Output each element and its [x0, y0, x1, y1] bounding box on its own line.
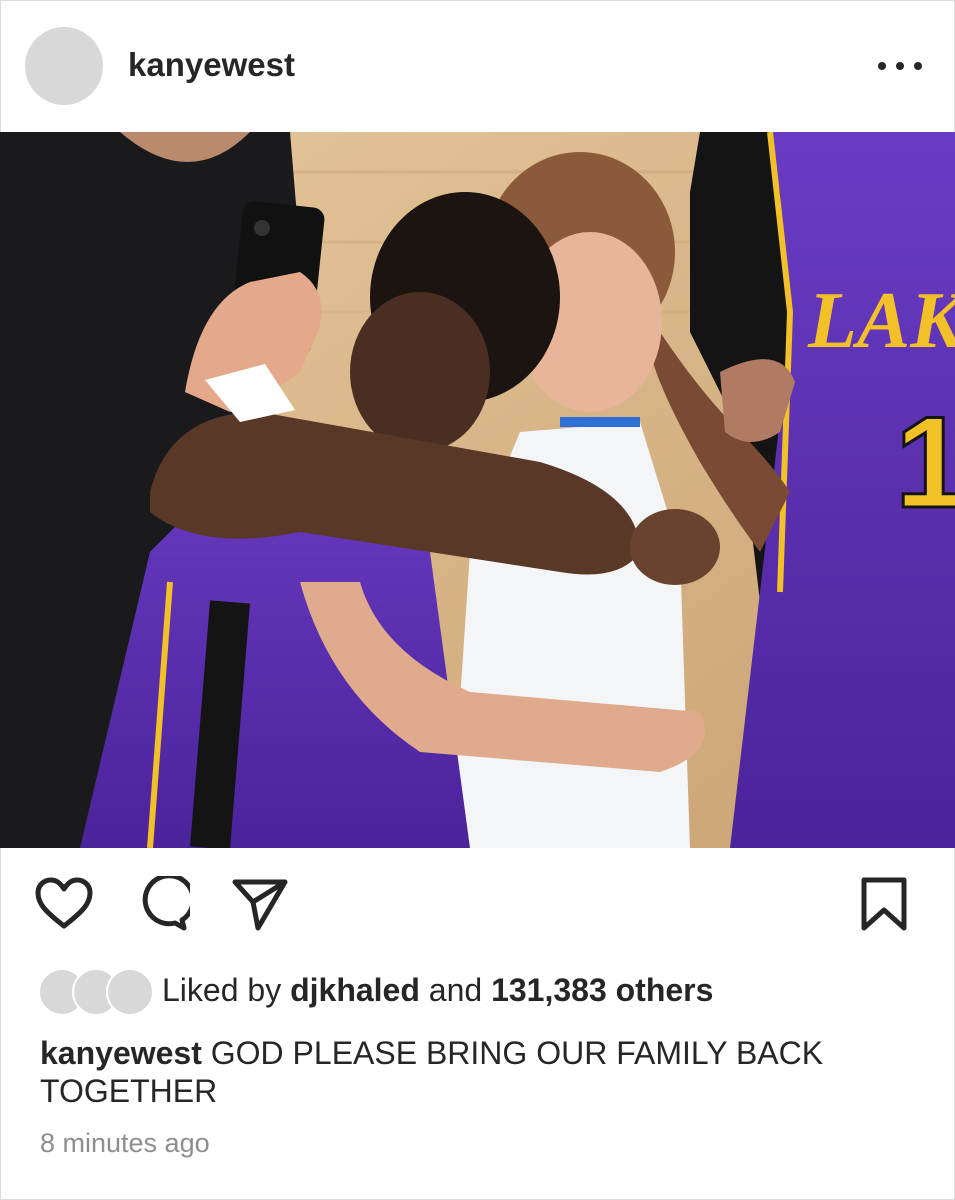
share-button[interactable]	[232, 876, 288, 937]
like-button[interactable]	[34, 876, 94, 937]
likes-summary[interactable]: Liked by djkhaled and 131,383 others	[162, 972, 713, 1009]
comment-button[interactable]	[134, 873, 196, 937]
save-button[interactable]	[860, 876, 908, 937]
post-timestamp: 8 minutes ago	[40, 1128, 210, 1158]
more-options-button[interactable]	[878, 56, 922, 76]
photo-illustration: LAK 1	[0, 132, 955, 848]
post-header: kanyewest	[0, 0, 955, 132]
heart-icon	[35, 877, 93, 929]
action-bar	[0, 873, 955, 940]
avatar	[106, 968, 154, 1016]
liker-username[interactable]: djkhaled	[290, 972, 420, 1008]
more-horizontal-icon	[878, 62, 886, 70]
jersey-number: 1	[895, 389, 955, 535]
bookmark-icon	[861, 877, 907, 931]
likes-middle: and	[419, 972, 492, 1008]
caption-username[interactable]: kanyewest	[40, 1035, 202, 1071]
comment-icon	[142, 873, 196, 931]
liker-avatars	[38, 968, 154, 1016]
post-photo[interactable]: LAK 1	[0, 132, 955, 848]
jersey-text: LAK	[807, 277, 955, 365]
avatar[interactable]	[25, 27, 103, 105]
likes-prefix: Liked by	[162, 972, 291, 1008]
send-icon	[232, 879, 288, 931]
likes-count[interactable]: 131,383 others	[491, 972, 713, 1008]
post-caption: kanyewest GOD PLEASE BRING OUR FAMILY BA…	[40, 1034, 920, 1110]
post-username[interactable]: kanyewest	[128, 46, 295, 84]
